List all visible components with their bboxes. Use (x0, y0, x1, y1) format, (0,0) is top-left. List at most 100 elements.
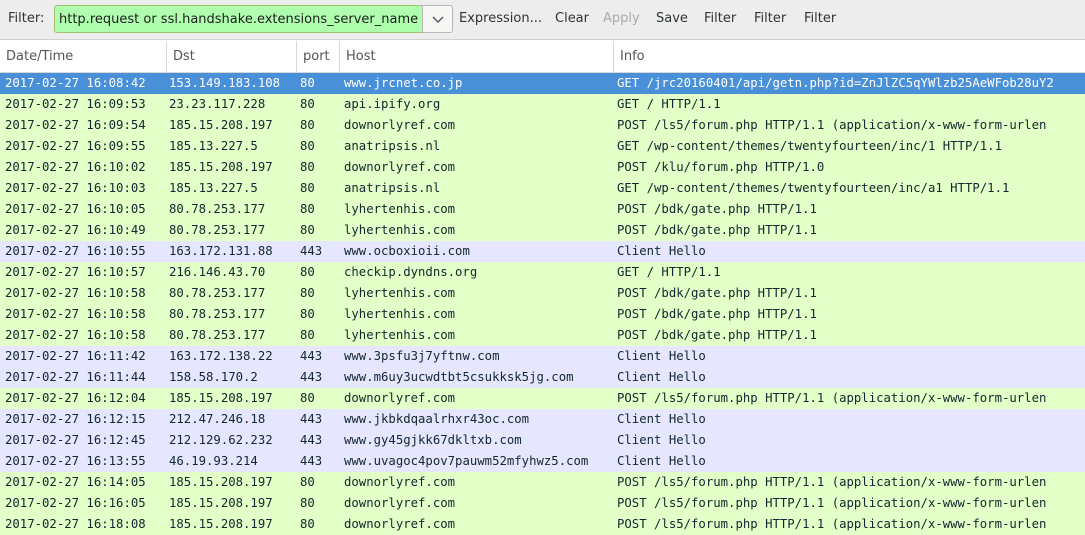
packet-row[interactable]: 2017-02-27 16:10:58 80.78.253.177 80 lyhert… (0, 304, 1085, 325)
packet-info: GET /wp-content/themes/twentyfourteen/in… (617, 139, 1002, 153)
packet-datetime: 2017-02-27 16:18:08 (5, 517, 146, 531)
packet-dst: 163.172.138.22 (169, 349, 273, 363)
column-header-host[interactable]: Host (339, 41, 613, 72)
packet-dst: 80.78.253.177 (169, 202, 266, 216)
packet-datetime: 2017-02-27 16:09:53 (5, 97, 146, 111)
packet-datetime: 2017-02-27 16:14:05 (5, 475, 146, 489)
packet-row[interactable]: 2017-02-27 16:12:45 212.129.62.232 443 www.… (0, 430, 1085, 451)
packet-row[interactable]: 2017-02-27 16:10:58 80.78.253.177 80 lyhert… (0, 325, 1085, 346)
packet-host: downorlyref.com (344, 496, 456, 510)
packet-dst: 23.23.117.228 (169, 97, 266, 111)
packet-host: checkip.dyndns.org (344, 265, 478, 279)
packet-host: anatripsis.nl (344, 181, 441, 195)
packet-host: lyhertenhis.com (344, 223, 456, 237)
column-header-info[interactable]: Info (613, 41, 1085, 72)
packet-dst: 216.146.43.70 (169, 265, 266, 279)
packet-datetime: 2017-02-27 16:10:58 (5, 328, 146, 342)
column-header-dst[interactable]: Dst (166, 41, 296, 72)
packet-info: POST /klu/forum.php HTTP/1.0 (617, 160, 825, 174)
display-filter-input[interactable]: http.request or ssl.handshake.extensions… (54, 5, 423, 33)
packet-info: Client Hello (617, 412, 706, 426)
packet-host: www.ocboxioii.com (344, 244, 470, 258)
packet-info: POST /ls5/forum.php HTTP/1.1 (applicatio… (617, 496, 1047, 510)
packet-datetime: 2017-02-27 16:12:45 (5, 433, 146, 447)
packet-row[interactable]: 2017-02-27 16:10:02 185.15.208.197 80 downo… (0, 157, 1085, 178)
packet-row[interactable]: 2017-02-27 16:09:53 23.23.117.228 80 api.ip… (0, 94, 1085, 115)
packet-dst: 185.13.227.5 (169, 139, 258, 153)
packet-port: 80 (300, 265, 315, 279)
packet-dst: 185.15.208.197 (169, 160, 273, 174)
packet-port: 80 (300, 181, 315, 195)
packet-dst: 185.15.208.197 (169, 496, 273, 510)
packet-port: 80 (300, 118, 315, 132)
packet-port: 443 (300, 454, 323, 468)
packet-row[interactable]: 2017-02-27 16:12:04 185.15.208.197 80 downo… (0, 388, 1085, 409)
packet-host: downorlyref.com (344, 517, 456, 531)
packet-row[interactable]: 2017-02-27 16:18:08 185.15.208.197 80 downo… (0, 514, 1085, 535)
packet-row[interactable]: 2017-02-27 16:10:03 185.13.227.5 80 anatrip… (0, 178, 1085, 199)
packet-info: POST /ls5/forum.php HTTP/1.1 (applicatio… (617, 118, 1047, 132)
packet-port: 80 (300, 328, 315, 342)
packet-dst: 185.15.208.197 (169, 391, 273, 405)
packet-datetime: 2017-02-27 16:10:03 (5, 181, 146, 195)
packet-row[interactable]: 2017-02-27 16:10:49 80.78.253.177 80 lyhert… (0, 220, 1085, 241)
packet-row[interactable]: 2017-02-27 16:10:05 80.78.253.177 80 lyhert… (0, 199, 1085, 220)
packet-row[interactable]: 2017-02-27 16:10:57 216.146.43.70 80 checki… (0, 262, 1085, 283)
column-header-datetime[interactable]: Date/Time (0, 41, 166, 72)
filter-button-3[interactable]: Filter (804, 11, 836, 26)
packet-host: lyhertenhis.com (344, 328, 456, 342)
packet-datetime: 2017-02-27 16:09:54 (5, 118, 146, 132)
packet-host: www.gy45gjkk67dkltxb.com (344, 433, 522, 447)
packet-port: 80 (300, 97, 315, 111)
packet-port: 443 (300, 370, 323, 384)
packet-host: downorlyref.com (344, 391, 456, 405)
expression-button[interactable]: Expression... (459, 11, 542, 26)
packet-datetime: 2017-02-27 16:11:42 (5, 349, 146, 363)
packet-port: 80 (300, 223, 315, 237)
packet-datetime: 2017-02-27 16:10:57 (5, 265, 146, 279)
filter-history-dropdown[interactable] (422, 5, 453, 33)
packet-datetime: 2017-02-27 16:08:42 (5, 76, 146, 90)
packet-port: 443 (300, 244, 323, 258)
packet-info: POST /bdk/gate.php HTTP/1.1 (617, 286, 817, 300)
packet-row[interactable]: 2017-02-27 16:08:42 153.149.183.108 80 www.… (0, 73, 1085, 94)
packet-port: 80 (300, 517, 315, 531)
packet-row[interactable]: 2017-02-27 16:10:58 80.78.253.177 80 lyhert… (0, 283, 1085, 304)
packet-host: www.3psfu3j7yftnw.com (344, 349, 500, 363)
packet-port: 80 (300, 76, 315, 90)
filter-button-1[interactable]: Filter (704, 11, 736, 26)
save-button[interactable]: Save (656, 11, 688, 26)
apply-button[interactable]: Apply (603, 11, 640, 26)
packet-host: lyhertenhis.com (344, 307, 456, 321)
column-header-port[interactable]: port (296, 41, 339, 72)
packet-row[interactable]: 2017-02-27 16:14:05 185.15.208.197 80 downo… (0, 472, 1085, 493)
packet-datetime: 2017-02-27 16:09:55 (5, 139, 146, 153)
packet-port: 80 (300, 475, 315, 489)
packet-port: 80 (300, 139, 315, 153)
filter-button-2[interactable]: Filter (754, 11, 786, 26)
packet-host: anatripsis.nl (344, 139, 441, 153)
packet-dst: 46.19.93.214 (169, 454, 258, 468)
packet-info: GET /wp-content/themes/twentyfourteen/in… (617, 181, 1010, 195)
packet-dst: 185.15.208.197 (169, 475, 273, 489)
packet-row[interactable]: 2017-02-27 16:13:55 46.19.93.214 443 www.uv… (0, 451, 1085, 472)
filter-toolbar: Filter: http.request or ssl.handshake.ex… (0, 0, 1085, 40)
packet-row[interactable]: 2017-02-27 16:16:05 185.15.208.197 80 downo… (0, 493, 1085, 514)
packet-row[interactable]: 2017-02-27 16:09:55 185.13.227.5 80 anatrip… (0, 136, 1085, 157)
packet-row[interactable]: 2017-02-27 16:11:42 163.172.138.22 443 www.… (0, 346, 1085, 367)
clear-button[interactable]: Clear (555, 11, 589, 26)
packet-info: POST /bdk/gate.php HTTP/1.1 (617, 307, 817, 321)
packet-row[interactable]: 2017-02-27 16:10:55 163.172.131.88 443 www.… (0, 241, 1085, 262)
display-filter-text[interactable]: http.request or ssl.handshake.extensions… (59, 12, 418, 27)
packet-row[interactable]: 2017-02-27 16:09:54 185.15.208.197 80 downo… (0, 115, 1085, 136)
packet-row[interactable]: 2017-02-27 16:11:44 158.58.170.2 443 www.m6… (0, 367, 1085, 388)
packet-datetime: 2017-02-27 16:16:05 (5, 496, 146, 510)
packet-row[interactable]: 2017-02-27 16:12:15 212.47.246.18 443 www.j… (0, 409, 1085, 430)
packet-datetime: 2017-02-27 16:12:04 (5, 391, 146, 405)
packet-datetime: 2017-02-27 16:10:55 (5, 244, 146, 258)
packet-info: POST /bdk/gate.php HTTP/1.1 (617, 328, 817, 342)
packet-host: downorlyref.com (344, 475, 456, 489)
packet-dst: 80.78.253.177 (169, 286, 266, 300)
packet-list: 2017-02-27 16:08:42 153.149.183.108 80 www.… (0, 73, 1085, 535)
packet-info: Client Hello (617, 454, 706, 468)
